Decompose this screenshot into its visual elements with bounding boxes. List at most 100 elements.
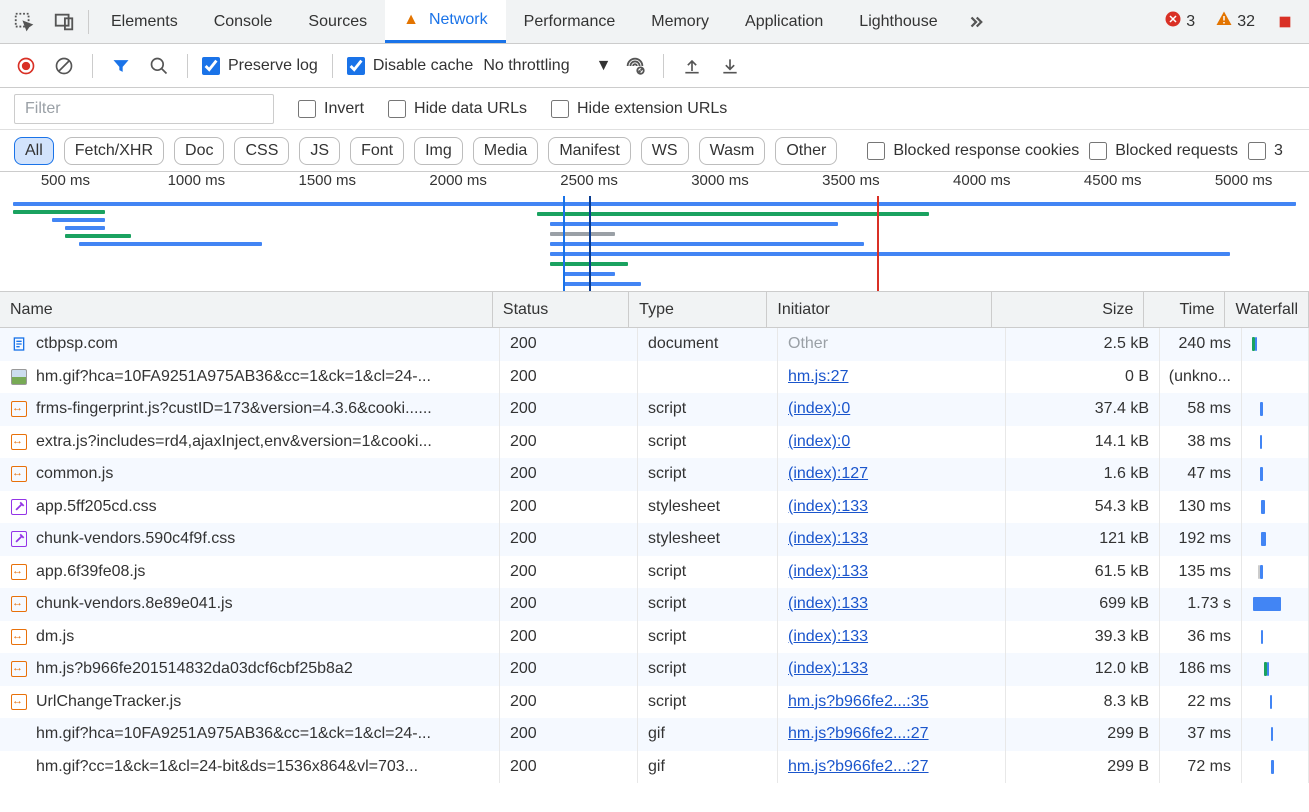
status-cell: 200 [500, 556, 638, 589]
hide-data-urls-input[interactable] [388, 100, 406, 118]
error-badge[interactable]: 3 [1154, 10, 1205, 33]
more-tabs-icon[interactable] [956, 2, 996, 42]
type-cell: script [638, 686, 778, 719]
tab-application[interactable]: Application [727, 0, 841, 43]
tab-lighthouse[interactable]: Lighthouse [841, 0, 955, 43]
initiator-link[interactable]: hm.js?b966fe2...:27 [788, 758, 929, 776]
col-time[interactable]: Time [1144, 292, 1225, 327]
table-row[interactable]: ↔UrlChangeTracker.js 200 script hm.js?b9… [0, 686, 1309, 719]
initiator-link[interactable]: (index):133 [788, 660, 868, 678]
chip-font[interactable]: Font [350, 137, 404, 165]
type-cell: stylesheet [638, 491, 778, 524]
resource-name: hm.gif?hca=10FA9251A975AB36&cc=1&ck=1&cl… [36, 368, 431, 386]
waterfall-overview[interactable]: 500 ms1000 ms1500 ms2000 ms2500 ms3000 m… [0, 172, 1309, 292]
blocked-requests-input[interactable] [1089, 142, 1107, 160]
table-row[interactable]: chunk-vendors.590c4f9f.css 200 styleshee… [0, 523, 1309, 556]
tab-label: Lighthouse [859, 13, 937, 31]
search-icon[interactable] [145, 52, 173, 80]
invert-label: Invert [324, 100, 364, 118]
blocked-requests-checkbox[interactable]: Blocked requests [1089, 142, 1238, 160]
initiator-link[interactable]: (index):133 [788, 563, 868, 581]
blocked-cookies-checkbox[interactable]: Blocked response cookies [867, 142, 1079, 160]
initiator-cell: hm.js?b966fe2...:27 [778, 718, 1006, 751]
initiator-link[interactable]: (index):127 [788, 465, 868, 483]
table-row[interactable]: ↔common.js 200 script (index):127 1.6 kB… [0, 458, 1309, 491]
table-row[interactable]: app.5ff205cd.css 200 stylesheet (index):… [0, 491, 1309, 524]
table-row[interactable]: ↔hm.js?b966fe201514832da03dcf6cbf25b8a2 … [0, 653, 1309, 686]
table-row[interactable]: ↔app.6f39fe08.js 200 script (index):133 … [0, 556, 1309, 589]
chip-media[interactable]: Media [473, 137, 539, 165]
initiator-link[interactable]: hm.js:27 [788, 368, 848, 386]
table-row[interactable]: ctbpsp.com 200 document Other 2.5 kB 240… [0, 328, 1309, 361]
record-button[interactable] [12, 52, 40, 80]
network-table-body[interactable]: ctbpsp.com 200 document Other 2.5 kB 240… [0, 328, 1309, 783]
initiator-link[interactable]: (index):133 [788, 628, 868, 646]
initiator-link[interactable]: (index):133 [788, 595, 868, 613]
initiator-link[interactable]: hm.js?b966fe2...:27 [788, 725, 929, 743]
tab-memory[interactable]: Memory [633, 0, 727, 43]
col-waterfall[interactable]: Waterfall [1225, 292, 1309, 327]
col-status[interactable]: Status [493, 292, 629, 327]
table-row[interactable]: ↔dm.js 200 script (index):133 39.3 kB 36… [0, 621, 1309, 654]
chevron-down-icon: ▼ [596, 57, 612, 75]
tab-console[interactable]: Console [196, 0, 291, 43]
table-row[interactable]: ↔chunk-vendors.8e89e041.js 200 script (i… [0, 588, 1309, 621]
table-row[interactable]: ↔frms-fingerprint.js?custID=173&version=… [0, 393, 1309, 426]
col-name[interactable]: Name [0, 292, 493, 327]
warning-badge[interactable]: 32 [1205, 10, 1265, 33]
col-type[interactable]: Type [629, 292, 767, 327]
filter-toggle-icon[interactable] [107, 52, 135, 80]
chip-img[interactable]: Img [414, 137, 463, 165]
inspect-element-icon[interactable] [4, 2, 44, 42]
size-cell: 61.5 kB [1006, 556, 1160, 589]
disable-cache-checkbox[interactable]: Disable cache [347, 57, 474, 75]
chip-other[interactable]: Other [775, 137, 837, 165]
import-har-icon[interactable] [678, 52, 706, 80]
size-cell: 2.5 kB [1006, 328, 1160, 361]
issues-icon[interactable] [1265, 2, 1305, 42]
initiator-link[interactable]: (index):0 [788, 400, 850, 418]
chip-fetchxhr[interactable]: Fetch/XHR [64, 137, 164, 165]
col-initiator[interactable]: Initiator [767, 292, 992, 327]
initiator-link[interactable]: (index):133 [788, 498, 868, 516]
divider [663, 54, 664, 78]
chip-doc[interactable]: Doc [174, 137, 224, 165]
chip-all[interactable]: All [14, 137, 54, 165]
initiator-link[interactable]: (index):133 [788, 530, 868, 548]
chip-wasm[interactable]: Wasm [699, 137, 766, 165]
tab-network[interactable]: ▲Network [385, 0, 506, 43]
filter-input[interactable] [14, 94, 274, 124]
blocked-cookies-input[interactable] [867, 142, 885, 160]
type-cell: gif [638, 718, 778, 751]
tab-sources[interactable]: Sources [290, 0, 385, 43]
third-party-checkbox[interactable]: 3 [1248, 142, 1283, 160]
table-row[interactable]: hm.gif?hca=10FA9251A975AB36&cc=1&ck=1&cl… [0, 361, 1309, 394]
clear-button[interactable] [50, 52, 78, 80]
throttling-select[interactable]: No throttling ▼ [483, 57, 611, 75]
chip-manifest[interactable]: Manifest [548, 137, 630, 165]
third-party-input[interactable] [1248, 142, 1266, 160]
tab-performance[interactable]: Performance [506, 0, 634, 43]
hide-extension-urls-input[interactable] [551, 100, 569, 118]
preserve-log-input[interactable] [202, 57, 220, 75]
hide-extension-urls-checkbox[interactable]: Hide extension URLs [551, 100, 727, 118]
invert-checkbox[interactable]: Invert [298, 100, 364, 118]
table-row[interactable]: ↔extra.js?includes=rd4,ajaxInject,env&ve… [0, 426, 1309, 459]
tab-elements[interactable]: Elements [93, 0, 196, 43]
chip-css[interactable]: CSS [234, 137, 289, 165]
chip-ws[interactable]: WS [641, 137, 689, 165]
network-conditions-icon[interactable] [621, 52, 649, 80]
device-toolbar-icon[interactable] [44, 2, 84, 42]
table-row[interactable]: hm.gif?hca=10FA9251A975AB36&cc=1&ck=1&cl… [0, 718, 1309, 751]
export-har-icon[interactable] [716, 52, 744, 80]
hide-data-urls-checkbox[interactable]: Hide data URLs [388, 100, 527, 118]
col-size[interactable]: Size [992, 292, 1144, 327]
disable-cache-input[interactable] [347, 57, 365, 75]
timeline-tick: 500 ms [0, 172, 131, 196]
chip-js[interactable]: JS [299, 137, 340, 165]
initiator-link[interactable]: hm.js?b966fe2...:35 [788, 693, 929, 711]
preserve-log-checkbox[interactable]: Preserve log [202, 57, 318, 75]
initiator-link[interactable]: (index):0 [788, 433, 850, 451]
table-row[interactable]: hm.gif?cc=1&ck=1&cl=24-bit&ds=1536x864&v… [0, 751, 1309, 784]
invert-input[interactable] [298, 100, 316, 118]
